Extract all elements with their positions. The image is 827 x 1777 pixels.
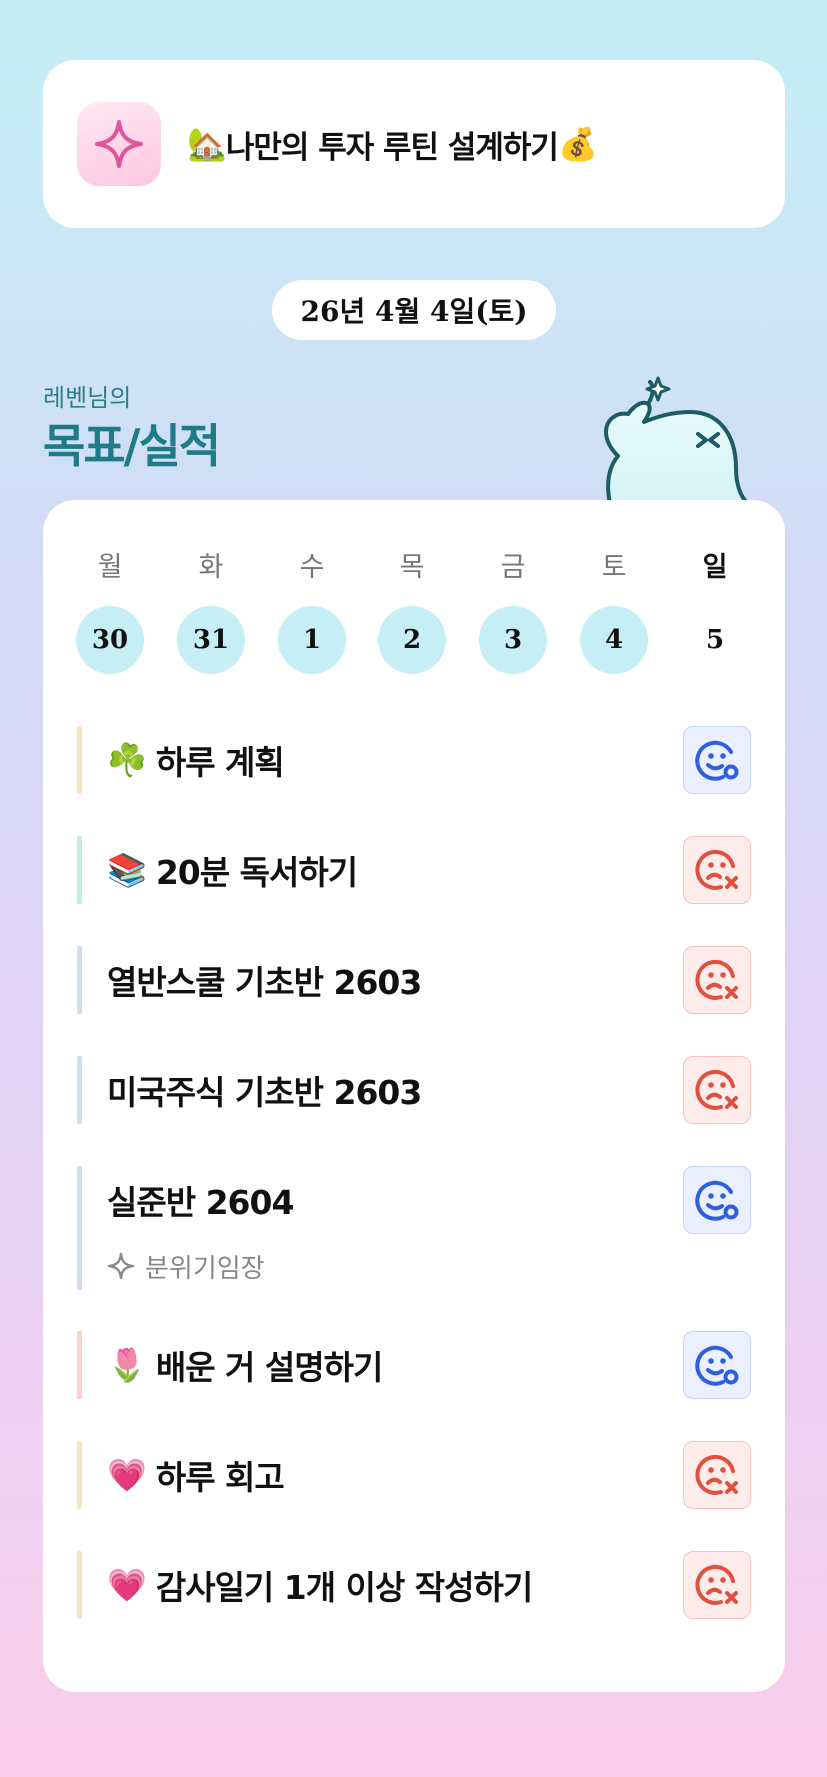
status-done-button[interactable]: [683, 726, 751, 794]
task-row[interactable]: 실준반 2604 분위기임장: [77, 1166, 751, 1290]
task-title: 💗 하루 회고: [107, 1441, 285, 1509]
day-number[interactable]: 30: [76, 606, 144, 674]
day-number[interactable]: 31: [177, 606, 245, 674]
task-color-bar: [77, 1441, 82, 1509]
day-column[interactable]: 화 31: [177, 548, 245, 674]
task-title-text: 열반스쿨 기초반 2603: [107, 963, 422, 1002]
sad-fail-icon: [695, 1069, 738, 1110]
house-icon: 🏡: [187, 125, 227, 163]
task-row[interactable]: 미국주식 기초반 2603: [77, 1056, 751, 1124]
routine-header-card[interactable]: 🏡 나만의 투자 루틴 설계하기 💰: [43, 60, 785, 228]
task-color-bar: [77, 1331, 82, 1399]
status-done-button[interactable]: [683, 1166, 751, 1234]
task-color-bar: [77, 1056, 82, 1124]
task-title-text: 하루 회고: [155, 1458, 285, 1497]
task-title-text: 감사일기 1개 이상 작성하기: [155, 1568, 533, 1607]
task-row[interactable]: 📚 20분 독서하기: [77, 836, 751, 904]
goals-card: 월 30 화 31 수 1 목 2 금 3 토 4 일 5 ☘️ 하루 계획 📚 20분 독서하기 열반스쿨 기초…: [43, 500, 785, 1692]
weekday-label: 금: [500, 552, 526, 583]
status-fail-button[interactable]: [683, 1441, 751, 1509]
task-title: 미국주식 기초반 2603: [107, 1056, 422, 1124]
task-emoji-icon: 📚: [107, 851, 147, 889]
status-fail-button[interactable]: [683, 946, 751, 1014]
task-title-text: 20분 독서하기: [155, 853, 358, 892]
sparkle-small-icon: [107, 1252, 135, 1280]
task-color-bar: [77, 836, 82, 904]
sad-fail-icon: [695, 959, 738, 1000]
weekday-label: 일: [702, 552, 728, 583]
weekday-label: 화: [198, 552, 224, 583]
weekday-label: 수: [299, 552, 325, 583]
section-title: 목표/실적: [43, 419, 221, 473]
task-row[interactable]: 🌷 배운 거 설명하기: [77, 1331, 751, 1399]
task-title: 열반스쿨 기초반 2603: [107, 946, 422, 1014]
task-row[interactable]: 열반스쿨 기초반 2603: [77, 946, 751, 1014]
day-number[interactable]: 3: [479, 606, 547, 674]
task-title: 🌷 배운 거 설명하기: [107, 1331, 383, 1399]
user-name-label: 레벤님의: [43, 384, 132, 412]
task-row[interactable]: 💗 감사일기 1개 이상 작성하기: [77, 1551, 751, 1619]
smile-done-icon: [695, 1180, 739, 1221]
task-title: ☘️ 하루 계획: [107, 726, 285, 794]
status-fail-button[interactable]: [683, 1056, 751, 1124]
task-emoji-icon: 🌷: [107, 1346, 147, 1384]
date-selector[interactable]: 26년 4월 4일(토): [272, 280, 556, 340]
weekday-label: 토: [601, 552, 627, 583]
task-color-bar: [77, 1166, 82, 1290]
task-title: 실준반 2604: [107, 1166, 294, 1234]
task-title-text: 배운 거 설명하기: [155, 1348, 383, 1387]
day-column[interactable]: 일5: [681, 548, 749, 674]
routine-title: 🏡 나만의 투자 루틴 설계하기 💰: [187, 122, 598, 167]
task-color-bar: [77, 726, 82, 794]
sparkle-icon-box: [77, 102, 161, 186]
day-column[interactable]: 수1: [278, 548, 346, 674]
status-done-button[interactable]: [683, 1331, 751, 1399]
routine-title-text: 나만의 투자 루틴 설계하기: [225, 129, 559, 166]
day-number[interactable]: 5: [681, 606, 749, 674]
day-column[interactable]: 월 30: [76, 548, 144, 674]
week-calendar: 월 30 화 31 수 1 목 2 금 3 토 4 일 5: [43, 548, 785, 688]
sad-fail-icon: [695, 1564, 738, 1605]
task-color-bar: [77, 1551, 82, 1619]
sad-fail-icon: [695, 849, 738, 890]
smile-done-icon: [695, 740, 739, 781]
task-title: 📚 20분 독서하기: [107, 836, 358, 904]
day-column[interactable]: 토4: [580, 548, 648, 674]
day-number[interactable]: 1: [278, 606, 346, 674]
day-number[interactable]: 2: [378, 606, 446, 674]
task-title-text: 실준반 2604: [107, 1183, 294, 1222]
task-emoji-icon: ☘️: [107, 741, 147, 779]
sparkle-icon: [95, 120, 143, 168]
subtask-label: 분위기임장: [145, 1253, 265, 1284]
task-title: 💗 감사일기 1개 이상 작성하기: [107, 1551, 533, 1619]
status-fail-button[interactable]: [683, 836, 751, 904]
task-color-bar: [77, 946, 82, 1014]
task-title-text: 하루 계획: [155, 743, 285, 782]
task-emoji-icon: 💗: [107, 1566, 147, 1604]
day-number[interactable]: 4: [580, 606, 648, 674]
day-column[interactable]: 금3: [479, 548, 547, 674]
mascot-illustration: [604, 376, 750, 504]
money-bag-icon: 💰: [557, 125, 598, 163]
day-column[interactable]: 목2: [378, 548, 446, 674]
weekday-label: 월: [97, 552, 123, 583]
task-row[interactable]: ☘️ 하루 계획: [77, 726, 751, 794]
task-subtask[interactable]: 분위기임장: [107, 1246, 265, 1286]
task-title-text: 미국주식 기초반 2603: [107, 1073, 422, 1112]
status-fail-button[interactable]: [683, 1551, 751, 1619]
weekday-label: 목: [399, 552, 425, 583]
sad-fail-icon: [695, 1454, 738, 1495]
task-emoji-icon: 💗: [107, 1456, 147, 1494]
smile-done-icon: [695, 1345, 739, 1386]
task-row[interactable]: 💗 하루 회고: [77, 1441, 751, 1509]
